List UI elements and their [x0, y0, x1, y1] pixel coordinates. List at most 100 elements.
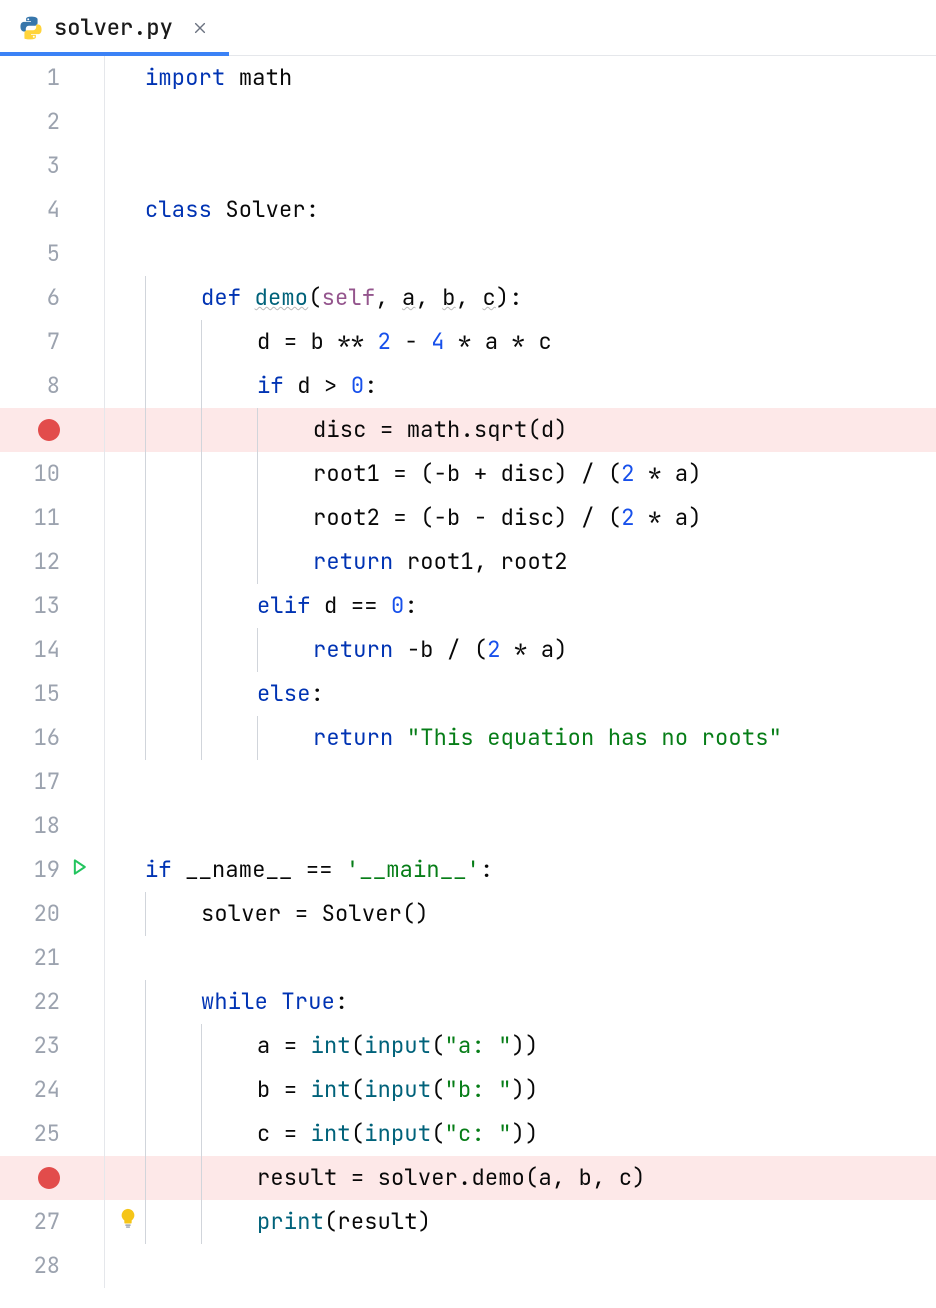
code-text[interactable]: result = solver.demo(a, b, c) — [257, 1156, 936, 1200]
code-text[interactable]: return root1, root2 — [313, 540, 936, 584]
intention-slot[interactable] — [111, 848, 145, 892]
code-line[interactable]: 4class Solver: — [0, 188, 936, 232]
code-text[interactable]: if __name__ == '__main__': — [145, 848, 936, 892]
code-line[interactable]: 5 — [0, 232, 936, 276]
intention-slot[interactable] — [111, 936, 145, 980]
gutter[interactable]: 6 — [0, 276, 104, 320]
code-text[interactable]: elif d == 0: — [257, 584, 936, 628]
code-line[interactable]: 10 root1 = (-b + disc) / (2 * a) — [0, 452, 936, 496]
gutter[interactable]: 17 — [0, 760, 104, 804]
gutter[interactable]: 27 — [0, 1200, 104, 1244]
gutter[interactable]: 14 — [0, 628, 104, 672]
gutter[interactable]: 23 — [0, 1024, 104, 1068]
code-text[interactable]: disc = math.sqrt(d) — [313, 408, 936, 452]
code-line[interactable]: 23 a = int(input("a: ")) — [0, 1024, 936, 1068]
code-text[interactable]: class Solver: — [145, 188, 936, 232]
code-line[interactable]: 22 while True: — [0, 980, 936, 1024]
intention-slot[interactable] — [111, 716, 145, 760]
intention-slot[interactable] — [111, 56, 145, 100]
code-line[interactable]: 1 import math — [0, 56, 936, 100]
code-text[interactable] — [145, 936, 936, 980]
gutter[interactable] — [0, 408, 104, 452]
intention-slot[interactable] — [111, 1244, 145, 1288]
intention-slot[interactable] — [111, 628, 145, 672]
gutter[interactable]: 21 — [0, 936, 104, 980]
run-line-icon[interactable] — [64, 848, 94, 892]
code-text[interactable]: while True: — [201, 980, 936, 1024]
gutter[interactable]: 18 — [0, 804, 104, 848]
intention-slot[interactable] — [111, 496, 145, 540]
intention-slot[interactable] — [111, 452, 145, 496]
code-line[interactable]: 7 d = b ** 2 - 4 * a * c — [0, 320, 936, 364]
breakpoint-icon[interactable] — [38, 419, 60, 441]
code-text[interactable]: def demo(self, a, b, c): — [201, 276, 936, 320]
code-line[interactable]: 24 b = int(input("b: ")) — [0, 1068, 936, 1112]
gutter[interactable]: 19 — [0, 848, 104, 892]
intention-slot[interactable] — [111, 760, 145, 804]
intention-slot[interactable] — [111, 1156, 145, 1200]
code-line[interactable]: 8 if d > 0: — [0, 364, 936, 408]
code-line[interactable]: 21 — [0, 936, 936, 980]
code-line[interactable]: 28 — [0, 1244, 936, 1288]
code-line[interactable]: 14return -b / (2 * a) — [0, 628, 936, 672]
intention-slot[interactable] — [111, 1112, 145, 1156]
intention-slot[interactable] — [111, 892, 145, 936]
code-text[interactable]: else: — [257, 672, 936, 716]
intention-slot[interactable] — [111, 320, 145, 364]
intention-slot[interactable] — [111, 1068, 145, 1112]
code-text[interactable] — [145, 100, 936, 144]
code-line[interactable]: 2 — [0, 100, 936, 144]
code-text[interactable] — [145, 804, 936, 848]
code-text[interactable]: if d > 0: — [257, 364, 936, 408]
gutter[interactable]: 22 — [0, 980, 104, 1024]
code-text[interactable]: c = int(input("c: ")) — [257, 1112, 936, 1156]
gutter[interactable]: 16 — [0, 716, 104, 760]
intention-slot[interactable] — [111, 188, 145, 232]
code-line[interactable]: disc = math.sqrt(d) — [0, 408, 936, 452]
code-line[interactable]: 13 elif d == 0: — [0, 584, 936, 628]
code-text[interactable]: return "This equation has no roots" — [313, 716, 936, 760]
gutter[interactable]: 3 — [0, 144, 104, 188]
gutter[interactable]: 10 — [0, 452, 104, 496]
gutter[interactable]: 28 — [0, 1244, 104, 1288]
code-line[interactable]: 3 — [0, 144, 936, 188]
gutter[interactable]: 11 — [0, 496, 104, 540]
code-text[interactable] — [145, 144, 936, 188]
code-line[interactable]: 15else: — [0, 672, 936, 716]
code-line[interactable]: 18 — [0, 804, 936, 848]
code-text[interactable]: import math — [145, 56, 936, 100]
gutter[interactable]: 2 — [0, 100, 104, 144]
gutter[interactable]: 13 — [0, 584, 104, 628]
code-line[interactable]: 19 if __name__ == '__main__': — [0, 848, 936, 892]
code-text[interactable] — [145, 760, 936, 804]
intention-slot[interactable] — [111, 364, 145, 408]
gutter[interactable] — [0, 1156, 104, 1200]
code-text[interactable]: b = int(input("b: ")) — [257, 1068, 936, 1112]
code-text[interactable]: print(result) — [257, 1200, 936, 1244]
breakpoint-icon[interactable] — [38, 1167, 60, 1189]
intention-slot[interactable] — [111, 672, 145, 716]
gutter[interactable]: 12 — [0, 540, 104, 584]
code-line[interactable]: 25c = int(input("c: ")) — [0, 1112, 936, 1156]
code-text[interactable]: root1 = (-b + disc) / (2 * a) — [313, 452, 936, 496]
intention-slot[interactable] — [111, 276, 145, 320]
code-text[interactable]: d = b ** 2 - 4 * a * c — [257, 320, 936, 364]
code-text[interactable]: root2 = (-b - disc) / (2 * a) — [313, 496, 936, 540]
code-line[interactable]: 27 print(result) — [0, 1200, 936, 1244]
intention-slot[interactable] — [111, 1024, 145, 1068]
code-text[interactable]: a = int(input("a: ")) — [257, 1024, 936, 1068]
editor-tab[interactable]: solver.py — [0, 0, 229, 55]
close-icon[interactable] — [189, 17, 211, 39]
intention-slot[interactable] — [111, 804, 145, 848]
intention-slot[interactable] — [111, 584, 145, 628]
gutter[interactable]: 7 — [0, 320, 104, 364]
intention-slot[interactable] — [111, 408, 145, 452]
gutter[interactable]: 24 — [0, 1068, 104, 1112]
gutter[interactable]: 8 — [0, 364, 104, 408]
code-line[interactable]: 17 — [0, 760, 936, 804]
code-line[interactable]: 6 def demo(self, a, b, c): — [0, 276, 936, 320]
gutter[interactable]: 5 — [0, 232, 104, 276]
code-text[interactable]: solver = Solver() — [201, 892, 936, 936]
gutter[interactable]: 1 — [0, 56, 104, 100]
intention-slot[interactable] — [111, 100, 145, 144]
